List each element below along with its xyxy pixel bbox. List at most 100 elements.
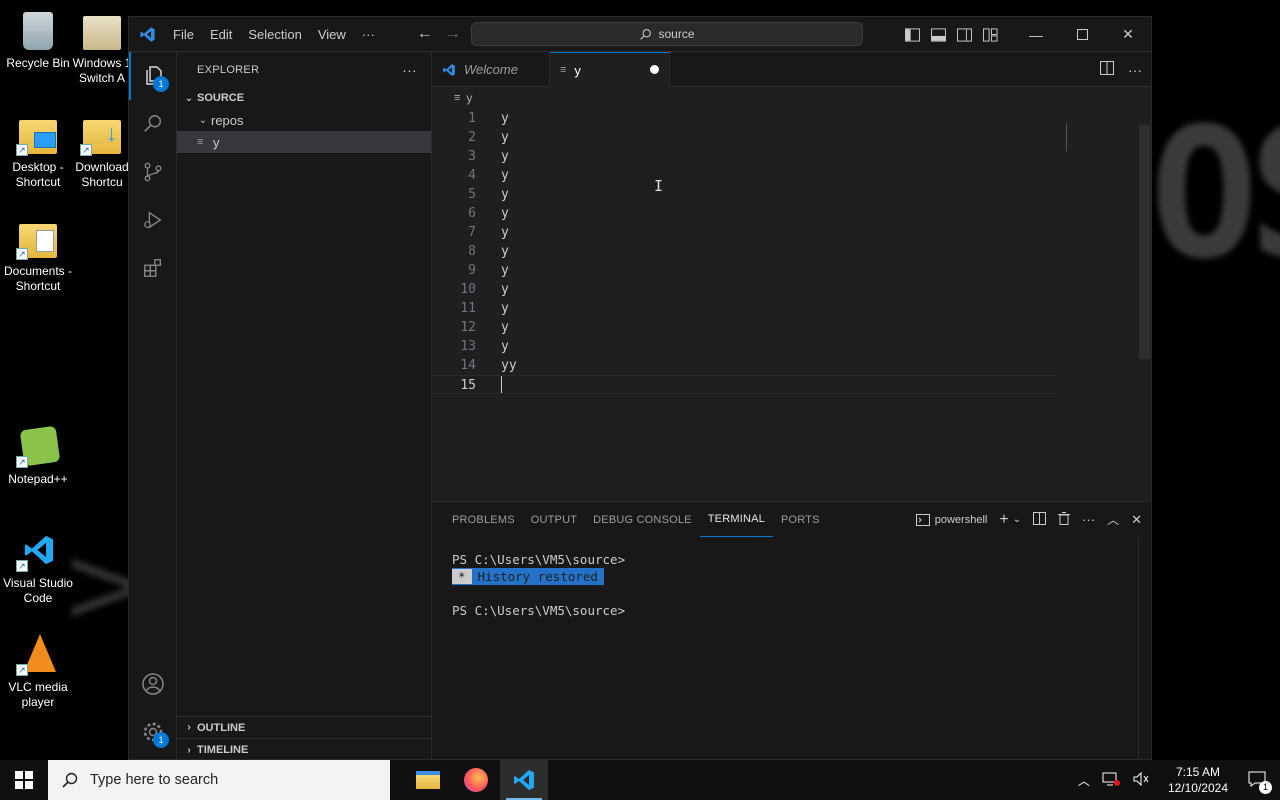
tab-welcome[interactable]: Welcome bbox=[432, 52, 550, 87]
code-line[interactable]: 4y bbox=[432, 166, 1151, 185]
close-panel-icon[interactable]: ✕ bbox=[1131, 512, 1142, 528]
windows-start-icon[interactable] bbox=[0, 760, 48, 800]
folder-icon: ↗ bbox=[16, 216, 60, 260]
more-actions-icon[interactable]: ··· bbox=[1082, 512, 1095, 527]
menu-more[interactable]: ··· bbox=[354, 27, 383, 42]
clock-date: 12/10/2024 bbox=[1167, 781, 1228, 795]
tray-chevron-up-icon[interactable]: ︿ bbox=[1072, 772, 1096, 789]
menu-view[interactable]: View bbox=[310, 27, 354, 42]
toggle-sidebar-icon[interactable] bbox=[899, 17, 925, 52]
outline-section[interactable]: › OUTLINE bbox=[177, 717, 431, 739]
tab-label: y bbox=[574, 62, 581, 78]
terminal-output[interactable]: PS C:\Users\VM5\source> * History restore… bbox=[432, 537, 1151, 619]
customize-layout-icon[interactable] bbox=[977, 17, 1003, 52]
minimize-button[interactable]: — bbox=[1013, 17, 1059, 52]
menu-selection[interactable]: Selection bbox=[240, 27, 309, 42]
desktop-icon-recycle-bin[interactable]: Recycle Bin bbox=[0, 8, 76, 71]
split-editor-icon[interactable] bbox=[1100, 61, 1114, 78]
line-number: 3 bbox=[468, 149, 476, 164]
source-control-icon[interactable] bbox=[129, 148, 177, 196]
network-icon[interactable] bbox=[1096, 771, 1126, 790]
history-restored-badge: * History restored bbox=[452, 568, 604, 585]
split-terminal-icon[interactable] bbox=[1033, 511, 1047, 528]
close-button[interactable]: ✕ bbox=[1105, 17, 1151, 52]
firefox-taskbar-icon[interactable] bbox=[452, 760, 500, 800]
account-icon[interactable] bbox=[129, 660, 177, 708]
explorer-icon[interactable]: 1 bbox=[129, 52, 177, 100]
volume-muted-icon[interactable] bbox=[1126, 771, 1156, 790]
timeline-label: TIMELINE bbox=[197, 744, 249, 756]
new-terminal-icon[interactable]: + bbox=[999, 511, 1008, 529]
text-file-icon: ≡ bbox=[197, 136, 204, 148]
code-line[interactable]: 1y bbox=[432, 109, 1151, 128]
tab-ports[interactable]: PORTS bbox=[773, 502, 828, 537]
desktop-icon-vlc[interactable]: ↗ VLC media player bbox=[0, 632, 76, 710]
code-line[interactable]: 2y bbox=[432, 128, 1151, 147]
line-number: 9 bbox=[468, 263, 476, 278]
desktop-icon-documents-shortcut[interactable]: ↗ Documents - Shortcut bbox=[0, 216, 76, 294]
desktop-icon-vscode[interactable]: ↗ Visual Studio Code bbox=[0, 528, 76, 606]
mouse-cursor-icon: I bbox=[654, 177, 664, 195]
terminal-icon bbox=[915, 513, 930, 526]
tab-debug-console[interactable]: DEBUG CONSOLE bbox=[585, 502, 700, 537]
code-line[interactable]: 9y bbox=[432, 261, 1151, 280]
forward-arrow-icon[interactable]: → bbox=[439, 25, 467, 43]
tab-terminal[interactable]: TERMINAL bbox=[699, 502, 773, 537]
code-line[interactable]: 3y bbox=[432, 147, 1151, 166]
code-lines[interactable]: 1 y 2 y 3 y 4 y 5 y 6 y 7 y 8 y 9 y 10 y 11 y 12 y 13 y 14 yy 15 bbox=[432, 109, 1151, 394]
extensions-icon[interactable] bbox=[129, 244, 177, 292]
explorer-sidebar: EXPLORER ··· ⌄ SOURCE ⌄ repos ≡ y › OUTL… bbox=[177, 52, 432, 759]
taskbar: Type here to search ︿ 7:15 AM 12/10/2024… bbox=[0, 760, 1280, 800]
tree-folder-repos[interactable]: ⌄ repos bbox=[177, 109, 431, 131]
vscode-taskbar-icon[interactable] bbox=[500, 760, 548, 800]
unsaved-dot-icon[interactable] bbox=[650, 65, 659, 74]
chevron-down-icon[interactable]: ⌄ bbox=[1013, 514, 1021, 525]
file-explorer-taskbar-icon[interactable] bbox=[404, 760, 452, 800]
back-arrow-icon[interactable]: ← bbox=[411, 25, 439, 43]
desktop-icon-windows-switch[interactable]: Windows 1 Switch A bbox=[72, 8, 132, 86]
line-content: y bbox=[501, 187, 509, 202]
tree-file-y[interactable]: ≡ y bbox=[177, 131, 431, 153]
desktop-icon-desktop-shortcut[interactable]: ↗ Desktop - Shortcut bbox=[0, 112, 76, 190]
settings-gear-icon[interactable]: 1 bbox=[129, 708, 177, 756]
maximize-button[interactable] bbox=[1059, 17, 1105, 52]
code-line[interactable]: 11 y bbox=[432, 299, 1151, 318]
desktop-icon-notepadpp[interactable]: ↗ Notepad++ bbox=[0, 424, 76, 487]
folder-icon: ↗ bbox=[16, 112, 60, 156]
code-line[interactable]: 15 bbox=[432, 375, 1057, 394]
scrollbar-thumb[interactable] bbox=[1139, 125, 1150, 359]
explorer-more-button[interactable]: ··· bbox=[402, 62, 417, 78]
tab-output[interactable]: OUTPUT bbox=[523, 502, 585, 537]
breadcrumb[interactable]: ≡ y bbox=[432, 87, 1151, 109]
menu-edit[interactable]: Edit bbox=[202, 27, 240, 42]
toggle-panel-icon[interactable] bbox=[925, 17, 951, 52]
editor-scrollbar[interactable] bbox=[1138, 109, 1151, 501]
code-line[interactable]: 5y bbox=[432, 185, 1151, 204]
code-line[interactable]: 10 y bbox=[432, 280, 1151, 299]
search-view-icon[interactable] bbox=[129, 100, 177, 148]
trash-icon[interactable] bbox=[1058, 511, 1071, 528]
terminal-scrollbar[interactable] bbox=[1138, 537, 1151, 759]
menu-file[interactable]: File bbox=[165, 27, 202, 42]
code-line[interactable]: 7y bbox=[432, 223, 1151, 242]
maximize-panel-icon[interactable]: ︿ bbox=[1107, 511, 1119, 528]
run-debug-icon[interactable] bbox=[129, 196, 177, 244]
code-line[interactable]: 6y bbox=[432, 204, 1151, 223]
code-line[interactable]: 8y bbox=[432, 242, 1151, 261]
code-line[interactable]: 14 yy bbox=[432, 356, 1151, 375]
desktop-icon-downloads-shortcut[interactable]: ↓ ↗ Download Shortcu bbox=[72, 112, 132, 190]
workspace-root[interactable]: ⌄ SOURCE bbox=[177, 87, 431, 109]
code-line[interactable]: 12 y bbox=[432, 318, 1151, 337]
taskbar-search[interactable]: Type here to search bbox=[48, 760, 390, 800]
notification-icon[interactable]: 1 bbox=[1240, 771, 1280, 794]
more-actions-icon[interactable]: ··· bbox=[1128, 62, 1142, 78]
toggle-secondary-sidebar-icon[interactable] bbox=[951, 17, 977, 52]
timeline-section[interactable]: › TIMELINE bbox=[177, 739, 431, 759]
tab-problems[interactable]: PROBLEMS bbox=[444, 502, 523, 537]
system-clock[interactable]: 7:15 AM 12/10/2024 bbox=[1156, 764, 1240, 796]
code-line[interactable]: 13 y bbox=[432, 337, 1151, 356]
command-center[interactable]: source bbox=[471, 22, 863, 46]
terminal-shell-selector[interactable]: powershell bbox=[915, 513, 987, 526]
line-number: 7 bbox=[468, 225, 476, 240]
tab-y[interactable]: ≡ y bbox=[550, 52, 670, 87]
